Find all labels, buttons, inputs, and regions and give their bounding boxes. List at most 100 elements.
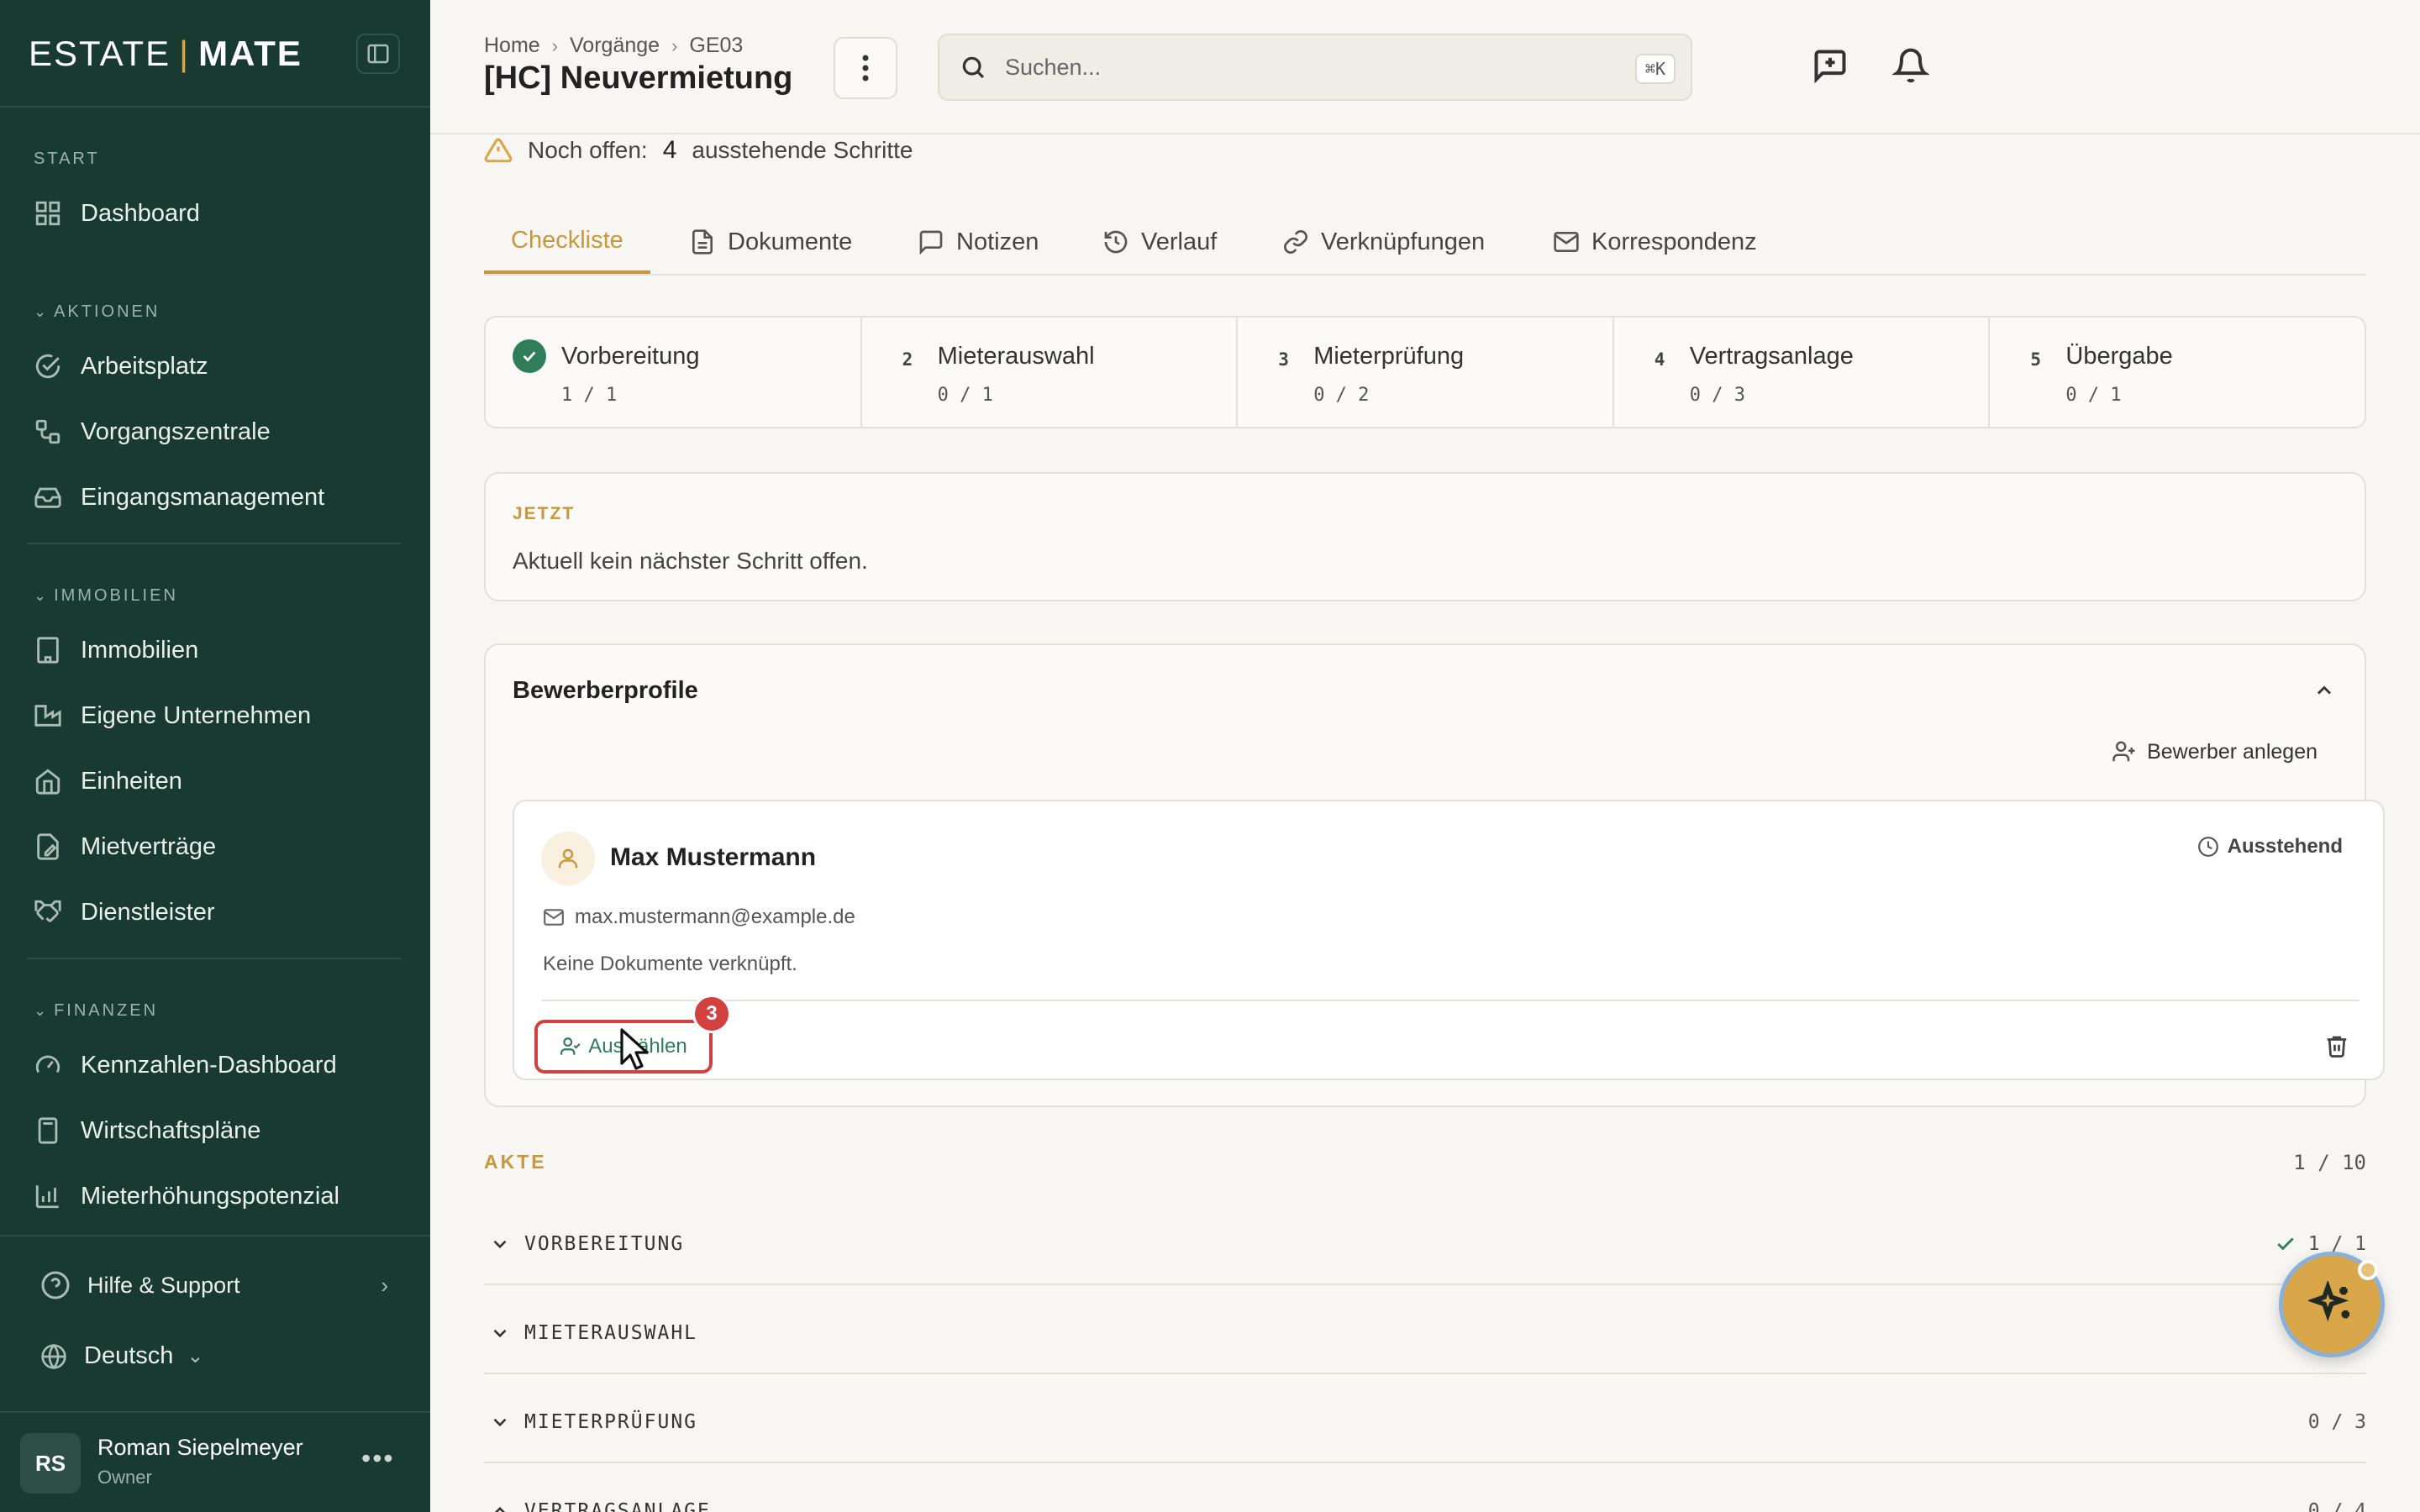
section-label-text: IMMOBILIEN	[54, 586, 178, 605]
accordion-mieterauswahl[interactable]: MIETERAUSWAHL	[484, 1285, 2366, 1374]
sidebar-item-label: Kennzahlen-Dashboard	[81, 1051, 337, 1079]
message-plus-icon	[1814, 50, 1846, 84]
add-applicant-label: Bewerber anlegen	[2147, 739, 2317, 764]
sidebar-item-vorgangszentrale[interactable]: Vorgangszentrale	[34, 408, 403, 455]
sidebar-item-label: Mieterhöhungspotenzial	[81, 1182, 339, 1210]
accordion-count-text: 0 / 4	[2307, 1500, 2366, 1512]
step-vorbereitung[interactable]: Vorbereitung 1 / 1	[486, 318, 862, 427]
breadcrumb-home[interactable]: Home	[484, 34, 540, 58]
language-select[interactable]: Deutsch ⌄	[40, 1342, 393, 1370]
breadcrumb-vorgaenge[interactable]: Vorgänge	[570, 34, 660, 58]
section-label-start: START	[34, 150, 100, 168]
tab-checkliste[interactable]: Checkliste	[484, 210, 650, 274]
tab-korrespondenz[interactable]: Korrespondenz	[1553, 210, 1757, 274]
accordion-label: VERTRAGSANLAGE	[524, 1500, 711, 1512]
applicant-profiles-title: Bewerberprofile	[513, 677, 698, 704]
sidebar-item-mietvertraege[interactable]: Mietverträge	[34, 823, 403, 870]
next-step-card: JETZT Aktuell kein nächster Schritt offe…	[484, 472, 2366, 601]
sidebar-divider	[0, 1235, 430, 1236]
chevron-up-icon	[489, 1500, 511, 1512]
breadcrumb: Home › Vorgänge › GE03	[484, 34, 743, 58]
sidebar-item-eigene-unternehmen[interactable]: Eigene Unternehmen	[34, 692, 403, 739]
chevron-down-icon: ⌄	[34, 1002, 50, 1019]
search-bar[interactable]: ⌘K	[938, 34, 1692, 101]
notification-dot	[2358, 1260, 2378, 1280]
sidebar-item-eingangsmanagement[interactable]: Eingangsmanagement	[34, 474, 403, 521]
sidebar-item-immobilien[interactable]: Immobilien	[34, 627, 403, 674]
chevron-down-icon: ⌄	[34, 587, 50, 604]
section-label-text: FINANZEN	[54, 1001, 159, 1020]
sidebar-item-mieterhoehungspotenzial[interactable]: Mieterhöhungspotenzial	[34, 1173, 403, 1220]
tab-label: Verknüpfungen	[1321, 228, 1486, 255]
sidebar-item-einheiten[interactable]: Einheiten	[34, 758, 403, 805]
feedback-button[interactable]	[1812, 47, 1849, 84]
step-vertragsanlage[interactable]: 4 Vertragsanlage 0 / 3	[1614, 318, 1991, 427]
section-label-finanzen[interactable]: ⌄ FINANZEN	[34, 1001, 158, 1021]
chevron-down-icon	[489, 1411, 511, 1433]
sidebar-toggle-icon	[367, 44, 389, 64]
home-icon	[35, 769, 60, 795]
page-title: [HC] Neuvermietung	[484, 60, 793, 96]
section-label-aktionen[interactable]: ⌄ AKTIONEN	[34, 302, 160, 322]
help-support-item[interactable]: Hilfe & Support ›	[40, 1270, 393, 1300]
accordion-mieterpruefung[interactable]: MIETERPRÜFUNG 0 / 3	[484, 1374, 2366, 1463]
tab-label: Korrespondenz	[1591, 228, 1757, 255]
help-circle-icon	[41, 1271, 70, 1299]
step-title: Mieterauswahl	[937, 343, 1095, 370]
chevron-right-icon: ›	[671, 34, 678, 56]
sidebar-item-label: Mietverträge	[81, 832, 217, 860]
history-icon	[1104, 230, 1128, 254]
open-steps-notice: Noch offen: 4 ausstehende Schritte	[484, 134, 913, 166]
sidebar-item-kennzahlen-dashboard[interactable]: Kennzahlen-Dashboard	[34, 1042, 403, 1089]
brand-logo[interactable]: ESTATE | MATE	[29, 34, 302, 74]
tab-dokumente[interactable]: Dokumente	[689, 210, 852, 274]
search-icon	[962, 56, 985, 79]
more-options-icon[interactable]: •••	[361, 1443, 395, 1474]
step-count: 0 / 1	[937, 385, 993, 406]
step-uebergabe[interactable]: 5 Übergabe 0 / 1	[1990, 318, 2365, 427]
link-icon	[1284, 230, 1307, 254]
user-profile[interactable]: RS Roman Siepelmeyer Owner •••	[0, 1411, 430, 1512]
sidebar-item-dashboard[interactable]: Dashboard	[34, 190, 403, 237]
accordion-count: 0 / 3	[2308, 1411, 2366, 1433]
accordion-vertragsanlage[interactable]: VERTRAGSANLAGE 0 / 4	[484, 1463, 2366, 1512]
open-steps-prefix: Noch offen:	[528, 137, 648, 163]
search-input[interactable]	[1005, 54, 1593, 81]
sidebar-item-label: Eigene Unternehmen	[81, 701, 312, 729]
sidebar-toggle-button[interactable]	[356, 34, 400, 74]
step-title: Vertragsanlage	[1689, 343, 1854, 370]
workflow-icon	[35, 419, 60, 444]
notifications-button[interactable]	[1891, 47, 1931, 84]
more-actions-button[interactable]	[834, 37, 897, 99]
add-applicant-button[interactable]: Bewerber anlegen	[2112, 739, 2317, 764]
delete-applicant-button[interactable]	[2324, 1033, 2349, 1058]
sidebar-item-label: Vorgangszentrale	[81, 417, 271, 445]
user-plus-icon	[2112, 741, 2135, 762]
avatar: RS	[20, 1433, 81, 1494]
collapse-button[interactable]	[2312, 679, 2336, 702]
divider	[541, 1000, 2360, 1001]
sidebar-item-wirtschaftsplaene[interactable]: Wirtschaftspläne	[34, 1107, 403, 1154]
sparkles-icon	[2308, 1281, 2349, 1322]
dashboard-icon	[35, 201, 60, 226]
tab-verlauf[interactable]: Verlauf	[1102, 210, 1217, 274]
accordion-vorbereitung[interactable]: VORBEREITUNG 1 / 1	[484, 1196, 2366, 1285]
akte-count: 1 / 10	[2293, 1151, 2366, 1174]
mail-icon	[544, 909, 564, 926]
tab-verknuepfungen[interactable]: Verknüpfungen	[1282, 210, 1485, 274]
file-text-icon	[692, 229, 713, 255]
tab-notizen[interactable]: Notizen	[918, 210, 1039, 274]
accordion-label: MIETERAUSWAHL	[524, 1322, 698, 1344]
avatar	[541, 832, 595, 885]
sidebar-item-dienstleister[interactable]: Dienstleister	[34, 889, 403, 936]
user-role: Owner	[97, 1467, 152, 1488]
tab-label: Verlauf	[1141, 228, 1218, 255]
sidebar-item-arbeitsplatz[interactable]: Arbeitsplatz	[34, 343, 403, 390]
step-mieterauswahl[interactable]: 2 Mieterauswahl 0 / 1	[862, 318, 1239, 427]
next-step-text: Aktuell kein nächster Schritt offen.	[513, 548, 868, 574]
step-mieterpruefung[interactable]: 3 Mieterprüfung 0 / 2	[1238, 318, 1614, 427]
section-label-immobilien[interactable]: ⌄ IMMOBILIEN	[34, 586, 178, 606]
check-icon	[2277, 1237, 2294, 1251]
inbox-icon	[34, 487, 61, 508]
step-number: 3	[1278, 349, 1289, 370]
